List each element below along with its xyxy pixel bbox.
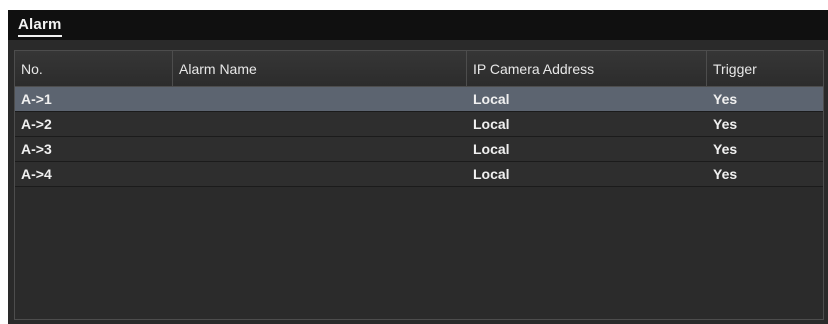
tab-alarm[interactable]: Alarm	[18, 16, 62, 37]
cell-ip-camera-address: Local	[473, 141, 510, 157]
table-row[interactable]: A->1 Local Yes	[15, 87, 823, 112]
column-header-ip-camera-address[interactable]: IP Camera Address	[467, 51, 707, 86]
cell-trigger: Yes	[713, 116, 738, 132]
cell-alarm-name	[173, 112, 467, 136]
cell-no: A->2	[21, 116, 52, 132]
cell-ip-camera-address: Local	[473, 116, 510, 132]
cell-alarm-name	[173, 137, 467, 161]
cell-no: A->3	[21, 141, 52, 157]
cell-trigger: Yes	[713, 166, 738, 182]
alarm-window: Alarm No. Alarm Name IP Camera Address T…	[0, 0, 828, 324]
cell-ip-camera-address: Local	[473, 166, 510, 182]
table-row[interactable]: A->3 Local Yes	[15, 137, 823, 162]
cell-ip-camera-address: Local	[473, 91, 510, 107]
column-header-alarm-name[interactable]: Alarm Name	[173, 51, 467, 86]
table-row[interactable]: A->4 Local Yes	[15, 162, 823, 187]
cell-alarm-name	[173, 87, 467, 111]
title-bar: Alarm	[8, 10, 828, 40]
cell-no: A->4	[21, 166, 52, 182]
column-header-trigger[interactable]: Trigger	[707, 51, 823, 86]
alarm-table: No. Alarm Name IP Camera Address Trigger…	[14, 50, 824, 320]
cell-trigger: Yes	[713, 91, 738, 107]
column-header-no[interactable]: No.	[15, 51, 173, 86]
cell-alarm-name	[173, 162, 467, 186]
table-header: No. Alarm Name IP Camera Address Trigger	[15, 51, 823, 87]
cell-trigger: Yes	[713, 141, 738, 157]
cell-no: A->1	[21, 91, 52, 107]
table-row[interactable]: A->2 Local Yes	[15, 112, 823, 137]
